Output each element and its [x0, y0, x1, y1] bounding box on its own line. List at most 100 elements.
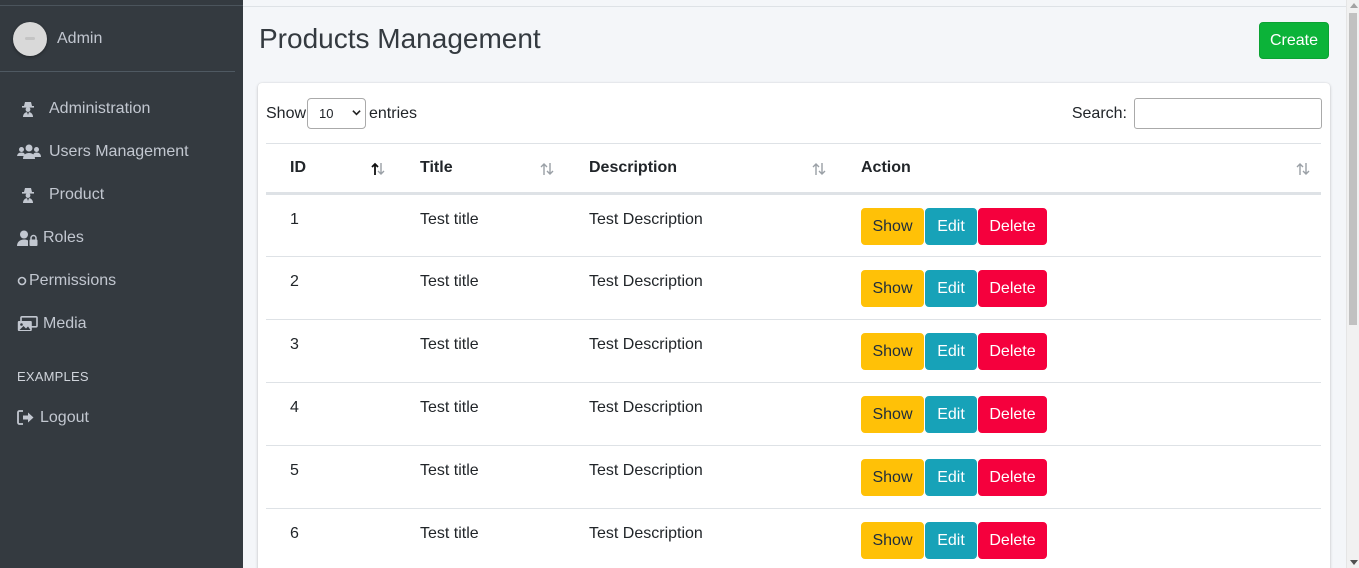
cell-title: Test title — [396, 508, 565, 568]
cell-action: Show Edit Delete — [837, 256, 1321, 320]
cell-title: Test title — [396, 382, 565, 446]
delete-button[interactable]: Delete — [978, 208, 1047, 245]
sidebar-item-label: Media — [43, 314, 87, 332]
circle-icon — [17, 272, 29, 290]
table-row: 3 Test title Test Description Show Edit De… — [266, 319, 1321, 383]
user-panel[interactable]: Admin — [0, 6, 235, 72]
sidebar-item-label: Administration — [49, 99, 151, 117]
page-scrollbar[interactable] — [1346, 0, 1359, 568]
sign-out-icon — [17, 409, 36, 427]
cell-description: Test Description — [565, 193, 837, 257]
sidebar-nav: Administration Users Management Product … — [0, 87, 243, 345]
cell-title: Test title — [396, 256, 565, 320]
sidebar-item-label: Product — [49, 185, 105, 203]
sort-ascending-icon — [371, 162, 385, 175]
cell-description: Test Description — [565, 256, 837, 320]
table-row: 2 Test title Test Description Show Edit De… — [266, 256, 1321, 320]
sidebar-item-label: Permissions — [29, 271, 117, 289]
sort-both-icon — [1296, 163, 1310, 175]
user-secret-icon — [20, 186, 42, 204]
chevron-down-icon — [352, 110, 361, 116]
table-header-row: ID Title Description Action — [266, 143, 1321, 195]
sidebar-item-roles[interactable]: Roles — [0, 216, 243, 259]
sidebar-item-label: Logout — [40, 408, 89, 426]
cell-description: Test Description — [565, 382, 837, 446]
show-button[interactable]: Show — [861, 522, 924, 559]
cell-description: Test Description — [565, 319, 837, 383]
table-body: 1 Test title Test Description Show Edit De… — [266, 193, 1321, 568]
cell-description: Test Description — [565, 508, 837, 568]
main-content: Products Management Create Show 10 entri… — [243, 0, 1346, 568]
scroll-up-arrow-icon[interactable] — [1350, 3, 1358, 8]
sort-both-icon — [540, 163, 554, 175]
avatar[interactable] — [13, 21, 47, 56]
products-table: ID Title Description Action 1 Test title… — [266, 143, 1321, 568]
edit-button[interactable]: Edit — [925, 459, 977, 496]
cell-id: 3 — [266, 319, 396, 383]
sidebar-item-permissions[interactable]: Permissions — [0, 259, 243, 302]
show-button[interactable]: Show — [861, 459, 924, 496]
edit-button[interactable]: Edit — [925, 270, 977, 307]
sidebar-item-product[interactable]: Product — [0, 173, 243, 216]
sidebar-item-users-management[interactable]: Users Management — [0, 130, 243, 173]
cell-action: Show Edit Delete — [837, 319, 1321, 383]
datatable-controls: Show 10 entries Search: — [266, 98, 1322, 129]
delete-button[interactable]: Delete — [978, 459, 1047, 496]
show-label: Show — [266, 105, 307, 122]
delete-button[interactable]: Delete — [978, 270, 1047, 307]
user-secret-icon — [20, 100, 42, 118]
entries-length-select[interactable]: 10 — [307, 98, 366, 129]
edit-button[interactable]: Edit — [925, 208, 977, 245]
cell-title: Test title — [396, 193, 565, 257]
column-header-title[interactable]: Title — [396, 143, 565, 195]
search-label: Search: — [1071, 105, 1127, 122]
user-name[interactable]: Admin — [57, 30, 102, 48]
cell-id: 2 — [266, 256, 396, 320]
cell-action: Show Edit Delete — [837, 445, 1321, 509]
show-button[interactable]: Show — [861, 270, 924, 307]
cell-id: 6 — [266, 508, 396, 568]
table-row: 4 Test title Test Description Show Edit De… — [266, 382, 1321, 446]
scroll-down-arrow-icon[interactable] — [1350, 560, 1358, 565]
cell-action: Show Edit Delete — [837, 508, 1321, 568]
user-lock-icon — [17, 229, 39, 247]
users-icon — [17, 143, 43, 161]
show-button[interactable]: Show — [861, 333, 924, 370]
page-title: Products Management — [259, 23, 541, 54]
top-navbar — [243, 0, 1346, 7]
cell-title: Test title — [396, 319, 565, 383]
sort-both-icon — [812, 163, 826, 175]
sidebar-section-header: EXAMPLES — [17, 368, 89, 384]
search-input[interactable] — [1134, 98, 1322, 129]
cell-id: 1 — [266, 193, 396, 257]
sidebar-item-media[interactable]: Media — [0, 302, 243, 345]
sidebar: Admin Administration Users Management Pr… — [0, 0, 243, 568]
show-button[interactable]: Show — [861, 396, 924, 433]
delete-button[interactable]: Delete — [978, 522, 1047, 559]
cell-description: Test Description — [565, 445, 837, 509]
delete-button[interactable]: Delete — [978, 333, 1047, 370]
edit-button[interactable]: Edit — [925, 396, 977, 433]
show-button[interactable]: Show — [861, 208, 924, 245]
table-row: 5 Test title Test Description Show Edit De… — [266, 445, 1321, 509]
cell-action: Show Edit Delete — [837, 382, 1321, 446]
sidebar-item-logout[interactable]: Logout — [0, 396, 243, 439]
column-header-id[interactable]: ID — [266, 143, 396, 195]
delete-button[interactable]: Delete — [978, 396, 1047, 433]
create-button[interactable]: Create — [1259, 22, 1329, 59]
sidebar-item-label: Users Management — [49, 142, 189, 160]
entries-label: entries — [369, 105, 418, 122]
scrollbar-thumb[interactable] — [1349, 13, 1357, 325]
sidebar-item-administration[interactable]: Administration — [0, 87, 243, 130]
column-header-description[interactable]: Description — [565, 143, 837, 195]
column-header-action[interactable]: Action — [837, 143, 1321, 195]
table-row: 1 Test title Test Description Show Edit De… — [266, 193, 1321, 257]
edit-button[interactable]: Edit — [925, 522, 977, 559]
entries-length-value: 10 — [319, 106, 334, 121]
cell-id: 4 — [266, 382, 396, 446]
cell-id: 5 — [266, 445, 396, 509]
products-card: Show 10 entries Search: ID Title Descrip… — [258, 83, 1330, 568]
cell-action: Show Edit Delete — [837, 193, 1321, 257]
edit-button[interactable]: Edit — [925, 333, 977, 370]
cell-title: Test title — [396, 445, 565, 509]
